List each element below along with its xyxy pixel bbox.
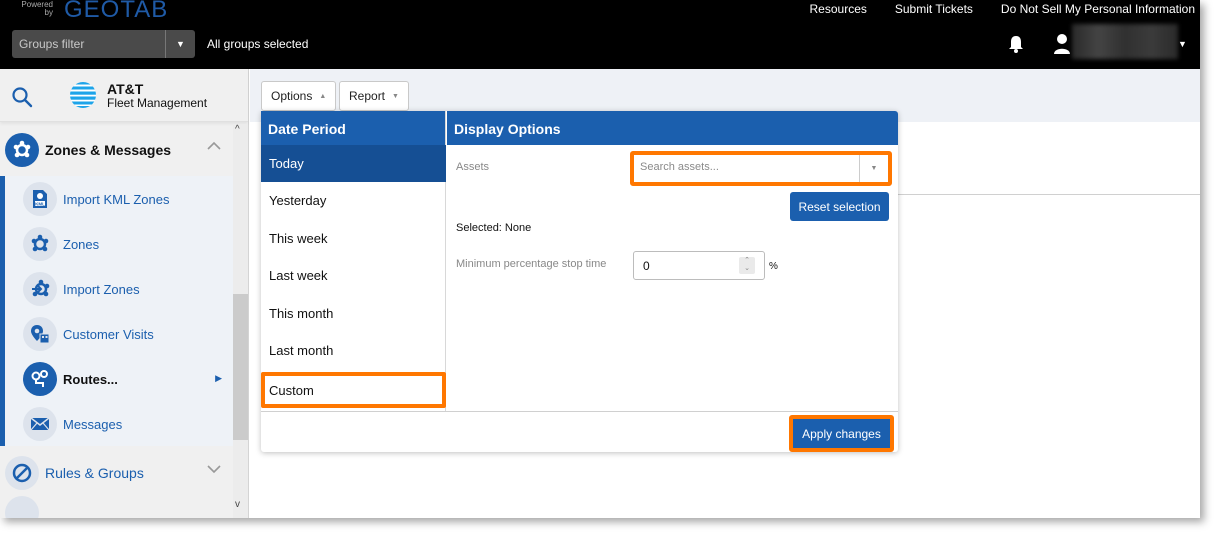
sidebar-item-label: Customer Visits (63, 326, 154, 342)
sidebar-header: AT&T Fleet Management (0, 69, 248, 122)
next-group-icon (5, 496, 39, 518)
resources-link[interactable]: Resources (810, 2, 867, 16)
caret-up-icon: ▲ (319, 92, 327, 100)
caret-right-icon: ▶ (215, 373, 222, 383)
routes-icon (23, 362, 57, 396)
min-pct-label: Minimum percentage stop time (456, 258, 607, 270)
zones-icon (5, 132, 39, 167)
sidebar-item-label: Routes... (63, 371, 118, 387)
att-globe-icon (70, 82, 96, 108)
date-option-custom[interactable]: Custom (261, 372, 446, 408)
user-icon[interactable] (1053, 33, 1071, 55)
min-pct-value: 0 (643, 259, 650, 273)
sidebar-item-customer-visits[interactable]: Customer Visits (23, 314, 228, 354)
apply-changes-highlight: Apply changes (789, 415, 894, 452)
scroll-down-icon[interactable]: v (235, 499, 240, 510)
assets-search-input[interactable]: Search assets... (634, 155, 860, 182)
kml-file-icon: KML (23, 182, 57, 216)
sidebar-group-label: Zones & Messages (45, 141, 172, 158)
selected-assets-text: Selected: None (456, 222, 532, 234)
app-window: Powered by GEOTAB Groups filter ▼ All gr… (0, 0, 1200, 518)
zones-icon (23, 227, 57, 261)
chevron-down-icon[interactable] (207, 464, 221, 474)
date-option-last-month[interactable]: Last month (261, 332, 446, 369)
sidebar-item-label: Messages (63, 416, 123, 432)
apply-changes-button[interactable]: Apply changes (793, 419, 890, 448)
sidebar-nav: Zones & Messages KML Import KML Zones Zo… (0, 124, 233, 518)
number-stepper-icon[interactable]: ⌃ ⌄ (739, 257, 755, 274)
assets-label: Assets (456, 161, 490, 173)
sidebar-item-routes[interactable]: Routes... ▶ (23, 359, 228, 399)
pct-unit: % (769, 261, 778, 272)
top-bar: Powered by GEOTAB Groups filter ▼ All gr… (0, 0, 1200, 69)
att-logo-text: AT&T Fleet Management (107, 82, 207, 110)
groups-filter-input[interactable]: Groups filter (12, 30, 166, 58)
sidebar-scrollbar[interactable]: ^ v (233, 124, 248, 518)
sidebar-item-label: Import Zones (63, 281, 140, 297)
sidebar-item-messages[interactable]: Messages (23, 404, 228, 444)
sidebar-submenu: KML Import KML Zones Zones Import Zones … (0, 176, 233, 446)
date-period-heading: Date Period (261, 111, 445, 145)
date-option-yesterday[interactable]: Yesterday (261, 182, 446, 219)
scrollbar-thumb[interactable] (233, 294, 248, 440)
rules-icon (5, 455, 39, 490)
sidebar-group-rules-groups[interactable]: Rules & Groups (0, 450, 233, 495)
sidebar-item-label: Zones (63, 236, 100, 252)
date-option-today[interactable]: Today (261, 145, 446, 182)
panel-footer: Apply changes (261, 411, 898, 452)
report-button[interactable]: Report ▼ (339, 81, 409, 111)
scroll-up-icon[interactable]: ^ (235, 124, 240, 135)
options-panel: Date Period Today Yesterday This week La… (261, 111, 898, 452)
reset-selection-button[interactable]: Reset selection (790, 192, 889, 221)
user-name-redacted[interactable] (1072, 24, 1178, 59)
top-links: Resources Submit Tickets Do Not Sell My … (810, 2, 1195, 16)
options-button[interactable]: Options ▲ (261, 81, 337, 111)
sidebar-group-label: Rules & Groups (45, 464, 144, 481)
min-pct-input[interactable]: 0 ⌃ ⌄ (633, 251, 765, 280)
groups-status: All groups selected (207, 37, 309, 51)
sidebar-item-import-kml-zones[interactable]: KML Import KML Zones (23, 179, 228, 219)
divider (897, 194, 1200, 195)
submit-tickets-link[interactable]: Submit Tickets (895, 2, 973, 16)
sidebar-item-label: Import KML Zones (63, 191, 170, 207)
date-option-this-week[interactable]: This week (261, 220, 446, 257)
do-not-sell-link[interactable]: Do Not Sell My Personal Information (1001, 2, 1195, 16)
search-icon[interactable] (11, 86, 33, 108)
caret-down-icon[interactable]: ▼ (1178, 39, 1187, 49)
customer-visits-icon (23, 317, 57, 351)
geotab-logo: GEOTAB (64, 0, 169, 23)
powered-by-label: Powered by (21, 0, 53, 17)
date-option-last-week[interactable]: Last week (261, 257, 446, 294)
date-option-this-month[interactable]: This month (261, 295, 446, 332)
display-options-heading: Display Options (447, 111, 898, 145)
report-label: Report (349, 89, 386, 103)
sidebar-item-import-zones[interactable]: Import Zones (23, 269, 228, 309)
envelope-icon (23, 407, 57, 441)
groups-filter[interactable]: Groups filter ▼ (12, 30, 195, 58)
sidebar-group-zones-messages[interactable]: Zones & Messages (0, 127, 233, 172)
date-period-column: Date Period Today Yesterday This week La… (261, 111, 446, 411)
logo-line1: AT&T (107, 81, 144, 97)
chevron-up-icon[interactable] (207, 141, 221, 151)
sidebar: AT&T Fleet Management Zones & Messages K… (0, 69, 249, 518)
import-zones-icon (23, 272, 57, 306)
caret-down-icon: ▼ (392, 92, 399, 100)
svg-text:KML: KML (35, 201, 45, 206)
bell-icon[interactable] (1006, 34, 1026, 54)
groups-filter-dropdown-icon[interactable]: ▼ (166, 30, 195, 58)
logo-line2: Fleet Management (107, 96, 208, 110)
assets-search[interactable]: Search assets... ▼ (630, 151, 892, 186)
sidebar-item-zones[interactable]: Zones (23, 224, 228, 264)
options-label: Options (271, 89, 313, 103)
display-options-column: Display Options Assets Search assets... … (447, 111, 898, 411)
assets-dropdown-icon[interactable]: ▼ (860, 155, 888, 182)
